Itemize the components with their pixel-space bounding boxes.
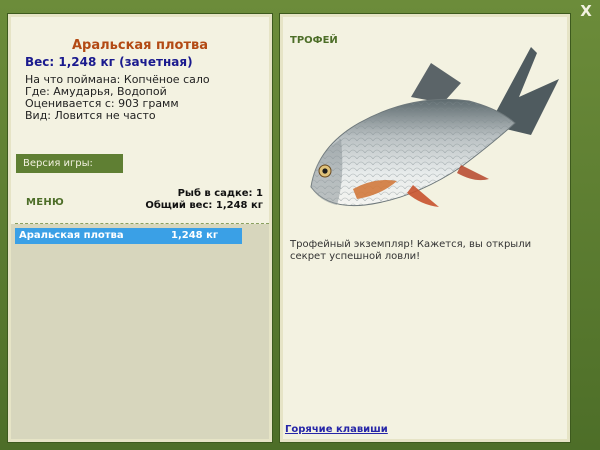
- fish-name: Аральская плотва: [71, 38, 209, 53]
- version-badge: Версия игры: 3.7.6: [16, 154, 123, 188]
- trophy-description: Трофейный экземпляр! Кажется, вы открыли…: [290, 239, 532, 262]
- hotkeys-link[interactable]: Горячие клавиши: [285, 424, 388, 435]
- fish-info-panel: Аральская плотва Вес: 1,248 кг (зачетная…: [8, 14, 272, 442]
- version-value: 3.7.6: [23, 177, 52, 188]
- close-icon[interactable]: X: [578, 3, 594, 19]
- catch-list-item[interactable]: Аральская плотва 1,248 кг: [15, 228, 242, 244]
- keepnet-count: Рыб в садке: 1: [177, 188, 263, 199]
- catch-list: Аральская плотва 1,248 кг: [11, 224, 269, 439]
- fish-illustration: [310, 47, 559, 207]
- fish-weight: Вес: 1,248 кг (зачетная): [25, 55, 193, 69]
- catch-item-weight: 1,248 кг: [171, 230, 219, 241]
- fish-kind: Вид: Ловится не часто: [25, 109, 156, 122]
- catch-item-name: Аральская плотва: [19, 230, 124, 241]
- menu-button[interactable]: МЕНЮ: [26, 197, 64, 208]
- version-label: Версия игры:: [23, 158, 93, 169]
- keepnet-total: Общий вес: 1,248 кг: [145, 200, 263, 211]
- trophy-panel: ТРОФЕЙ Трофейный экземпляр! Кажется, вы …: [280, 14, 570, 442]
- keepnet-summary: Рыб в садке: 1 Общий вес: 1,248 кг: [145, 188, 263, 212]
